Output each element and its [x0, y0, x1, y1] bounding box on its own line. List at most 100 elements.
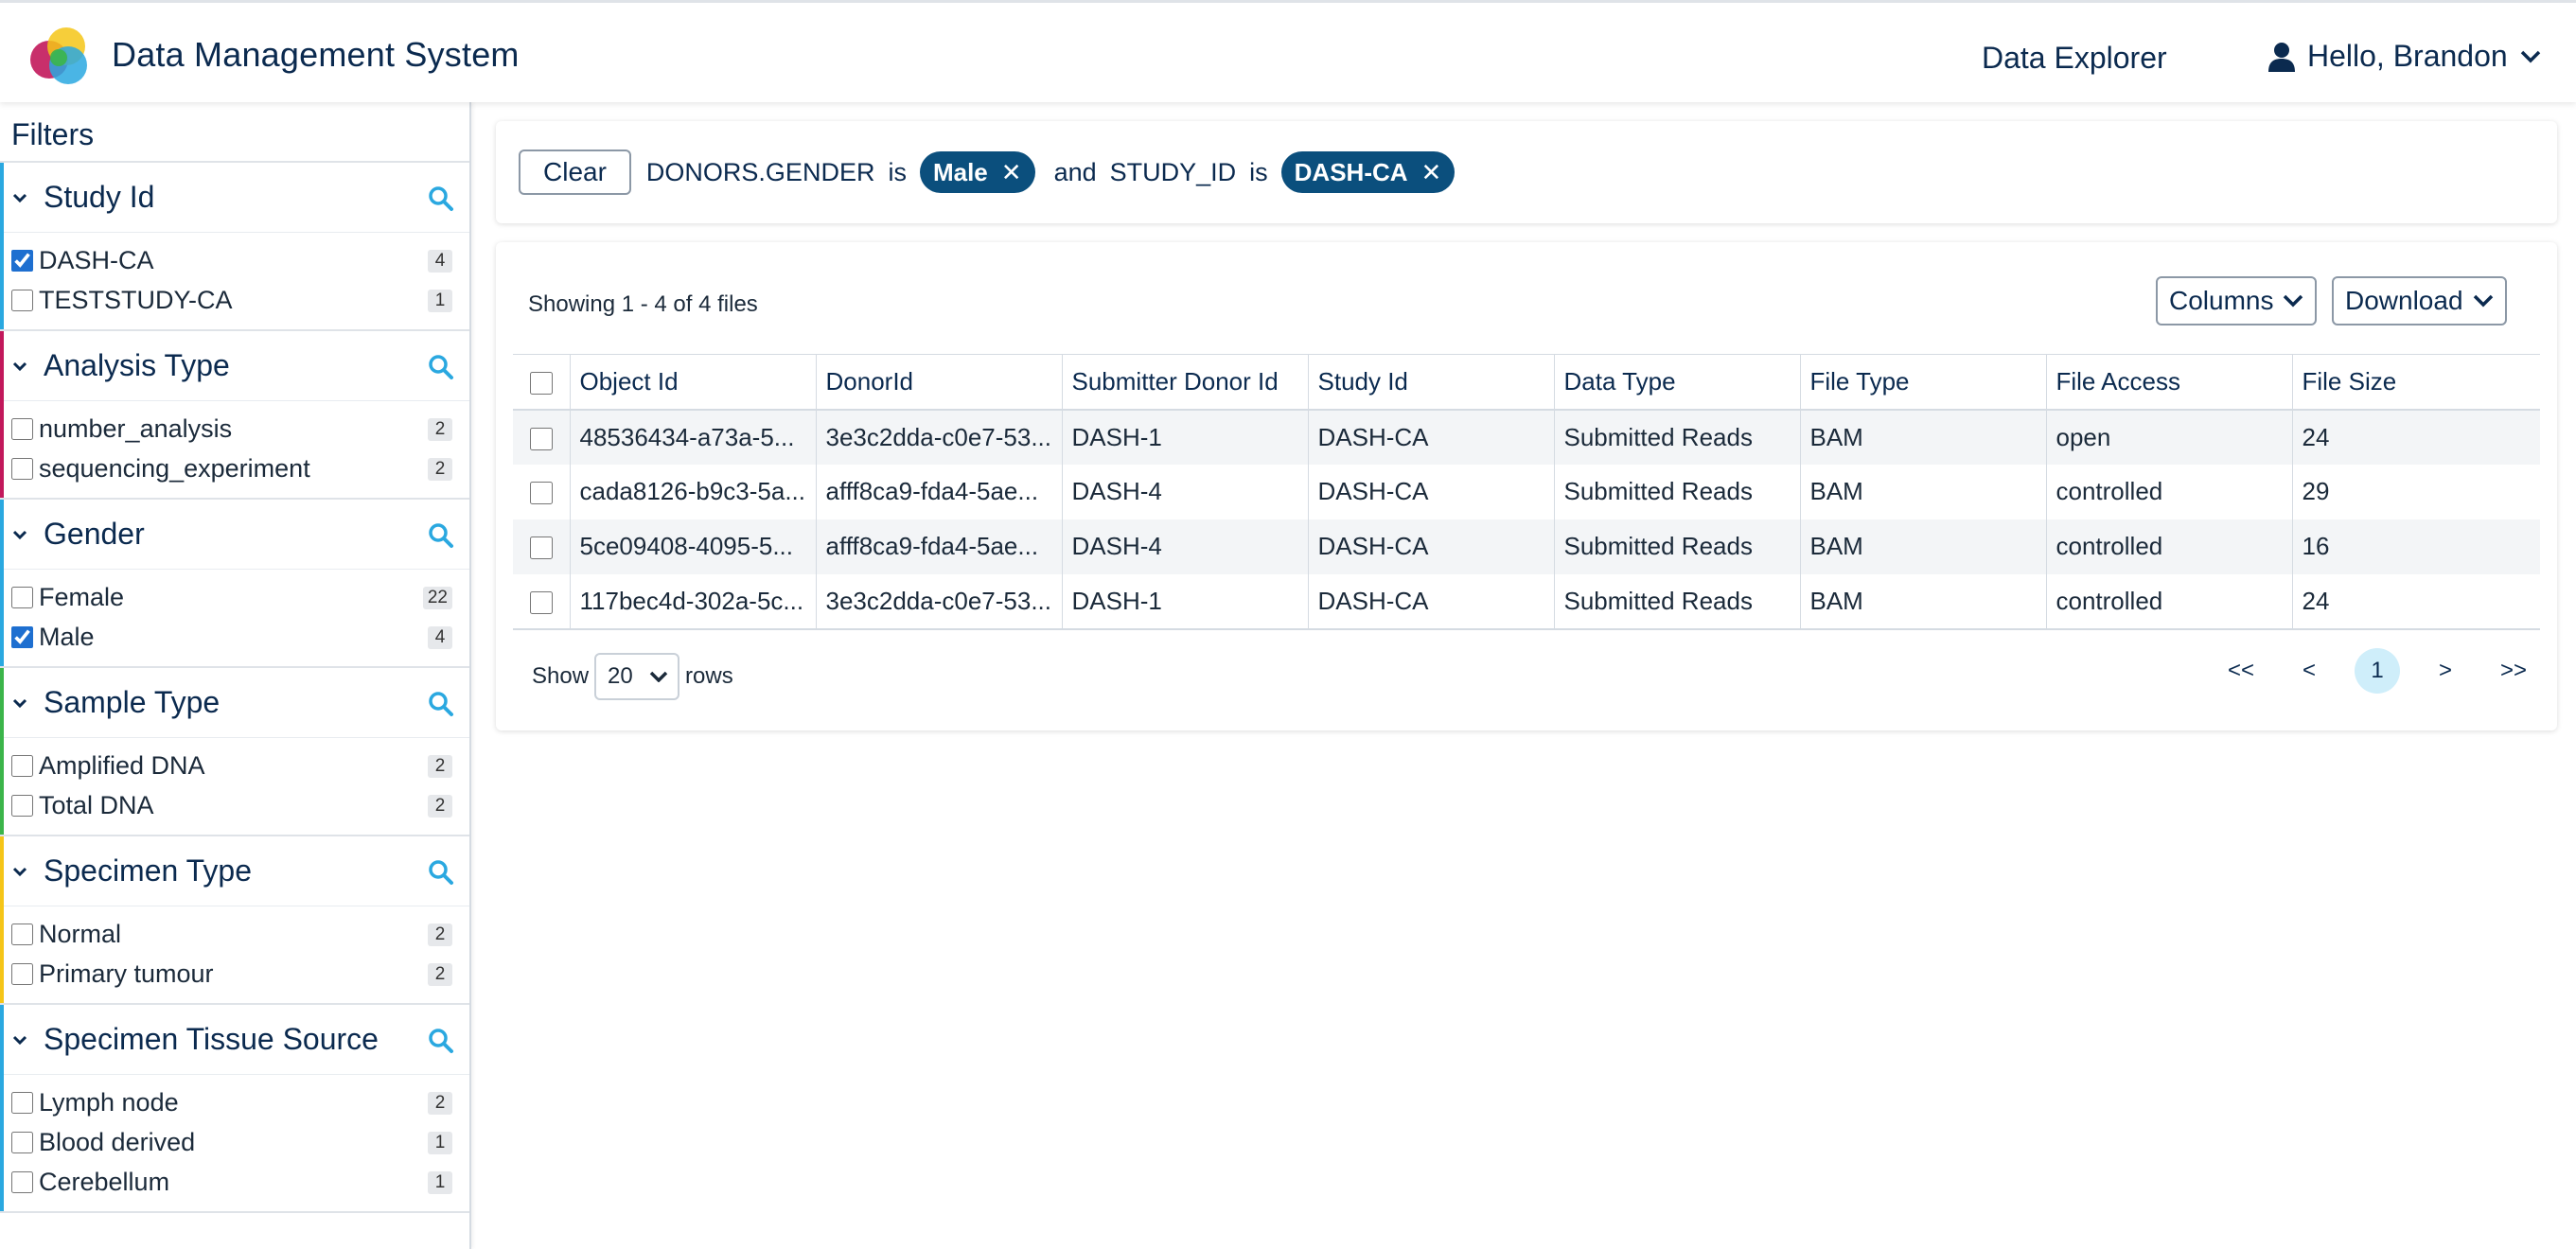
facet-option-female[interactable]: Female 22	[4, 577, 469, 617]
column-header-file-type[interactable]: File Type	[1800, 354, 2047, 410]
search-icon[interactable]	[428, 691, 454, 717]
columns-button[interactable]: Columns	[2156, 276, 2318, 325]
top-navbar: Data Management System Data Explorer Hel…	[0, 0, 2576, 102]
sqon-field[interactable]: DONORS.GENDER	[646, 158, 875, 187]
cell-file-size: 24	[2302, 422, 2330, 451]
app-logo-icon[interactable]	[25, 22, 93, 90]
row-checkbox[interactable]	[529, 590, 553, 614]
column-header-submitter-donor-id[interactable]: Submitter Donor Id	[1062, 354, 1309, 410]
cell-donorid: 3e3c2dda-c0e7-53...	[816, 409, 1063, 465]
facet-header[interactable]: Specimen Type	[4, 836, 469, 906]
facet-title: Specimen Tissue Source	[44, 1022, 379, 1056]
facet-options: Amplified DNA 2 Total DNA 2	[4, 738, 469, 835]
select-all-checkbox[interactable]	[529, 371, 553, 395]
table-row[interactable]: 117bec4d-302a-5c... 3e3c2dda-c0e7-53... DA…	[513, 573, 2540, 629]
facet-option-checkbox[interactable]	[11, 794, 33, 817]
facet-option-checkbox[interactable]	[11, 962, 33, 985]
close-icon[interactable]: ✕	[1421, 158, 1442, 187]
facet-header[interactable]: Sample Type	[4, 668, 469, 738]
facet-option-normal[interactable]: Normal 2	[4, 914, 469, 954]
search-icon[interactable]	[428, 354, 454, 380]
facet-option-checkbox[interactable]	[11, 754, 33, 777]
facet-option-checkbox[interactable]	[11, 417, 33, 440]
clear-filters-button[interactable]: Clear	[519, 150, 631, 195]
facet-header[interactable]: Gender	[4, 500, 469, 570]
search-icon[interactable]	[428, 859, 454, 886]
facet-option-blood-derived[interactable]: Blood derived 1	[4, 1122, 469, 1162]
cell-file-access: open	[2046, 409, 2293, 465]
page-1-button[interactable]: 1	[2343, 647, 2411, 695]
close-icon[interactable]: ✕	[1001, 158, 1022, 187]
table-row[interactable]: 5ce09408-4095-5... afff8ca9-fda4-5ae... DA…	[513, 519, 2540, 574]
facet-option-label: Female	[39, 582, 125, 611]
column-header-file-access[interactable]: File Access	[2046, 354, 2293, 410]
download-button[interactable]: Download	[2332, 276, 2507, 325]
nav-data-explorer[interactable]: Data Explorer	[1982, 41, 2167, 76]
facet-option-checkbox[interactable]	[11, 586, 33, 608]
facet-option-checkbox[interactable]	[11, 1091, 33, 1114]
facet-option-checkbox[interactable]	[11, 625, 33, 648]
chevron-down-icon[interactable]	[11, 189, 28, 206]
facet-header[interactable]: Analysis Type	[4, 331, 469, 401]
facet-option-cerebellum[interactable]: Cerebellum 1	[4, 1162, 469, 1202]
first-page-button[interactable]: <<	[2207, 647, 2275, 695]
facet-title: Sample Type	[44, 685, 221, 719]
sqon-value-pill[interactable]: Male ✕	[919, 151, 1035, 193]
rows-label: rows	[685, 663, 733, 689]
facet-option-checkbox[interactable]	[11, 289, 33, 311]
active-filters-bar: Clear DONORS.GENDER is Male ✕ and STUDY_…	[496, 121, 2557, 223]
column-header-object-id[interactable]: Object Id	[570, 354, 817, 410]
user-icon	[2268, 42, 2295, 72]
facet-option-sequencing-experiment[interactable]: sequencing_experiment 2	[4, 449, 469, 488]
row-checkbox[interactable]	[529, 427, 553, 450]
facet-option-male[interactable]: Male 4	[4, 617, 469, 657]
facet-option-teststudy-ca[interactable]: TESTSTUDY-CA 1	[4, 280, 469, 320]
facet-header[interactable]: Study Id	[4, 163, 469, 233]
column-header-donorid[interactable]: DonorId	[816, 354, 1063, 410]
facet-option-label: Total DNA	[39, 790, 154, 819]
chevron-down-icon[interactable]	[11, 358, 28, 375]
facet-option-checkbox[interactable]	[11, 457, 33, 480]
search-icon[interactable]	[428, 1028, 454, 1054]
facet-option-checkbox[interactable]	[11, 923, 33, 945]
user-menu[interactable]: Hello, Brandon	[2267, 39, 2542, 74]
page-size-control: Show 20 rows	[532, 653, 733, 700]
row-checkbox[interactable]	[529, 537, 553, 560]
current-page-number: 1	[2355, 648, 2400, 694]
facet-option-checkbox[interactable]	[11, 249, 33, 272]
user-greeting: Hello, Brandon	[2307, 39, 2508, 73]
facet-option-checkbox[interactable]	[11, 1170, 33, 1193]
table-row[interactable]: 48536434-a73a-5... 3e3c2dda-c0e7-53... DAS…	[513, 409, 2540, 465]
prev-page-button[interactable]: <	[2275, 647, 2343, 695]
search-icon[interactable]	[428, 522, 454, 549]
rows-per-page-select[interactable]: 20	[594, 653, 680, 700]
column-header-study-id[interactable]: Study Id	[1308, 354, 1555, 410]
facet-option-total-dna[interactable]: Total DNA 2	[4, 785, 469, 825]
facet-options: DASH-CA 4 TESTSTUDY-CA 1	[4, 233, 469, 329]
table-row[interactable]: cada8126-b9c3-5a... afff8ca9-fda4-5ae... D…	[513, 464, 2540, 519]
sqon-field[interactable]: STUDY_ID	[1110, 158, 1237, 187]
sqon-value-pill[interactable]: DASH-CA ✕	[1280, 151, 1456, 193]
facet-option-amplified-dna[interactable]: Amplified DNA 2	[4, 746, 469, 785]
row-checkbox[interactable]	[529, 482, 553, 505]
chevron-down-icon[interactable]	[11, 526, 28, 543]
facet-header[interactable]: Specimen Tissue Source	[4, 1005, 469, 1075]
chevron-down-icon[interactable]	[11, 863, 28, 880]
column-header-file-size[interactable]: File Size	[2292, 355, 2540, 410]
column-header-data-type[interactable]: Data Type	[1554, 354, 1801, 410]
next-page-button[interactable]: >	[2411, 647, 2479, 695]
row-select-cell	[513, 573, 571, 629]
facet-option-primary-tumour[interactable]: Primary tumour 2	[4, 954, 469, 994]
chevron-down-icon[interactable]	[11, 1031, 28, 1048]
search-icon[interactable]	[428, 185, 454, 212]
chevron-down-icon[interactable]	[11, 695, 28, 712]
cell-object-id: cada8126-b9c3-5a...	[570, 464, 817, 519]
app-title[interactable]: Data Management System	[112, 35, 520, 75]
sqon-combinator[interactable]: and	[1054, 158, 1097, 187]
facet-option-lymph-node[interactable]: Lymph node 2	[4, 1082, 469, 1122]
facet-option-checkbox[interactable]	[11, 1131, 33, 1153]
facet-option-number-analysis[interactable]: number_analysis 2	[4, 409, 469, 449]
facet-option-dash-ca[interactable]: DASH-CA 4	[4, 240, 469, 280]
cell-submitter-donor-id: DASH-1	[1062, 409, 1309, 465]
last-page-button[interactable]: >>	[2479, 647, 2548, 695]
